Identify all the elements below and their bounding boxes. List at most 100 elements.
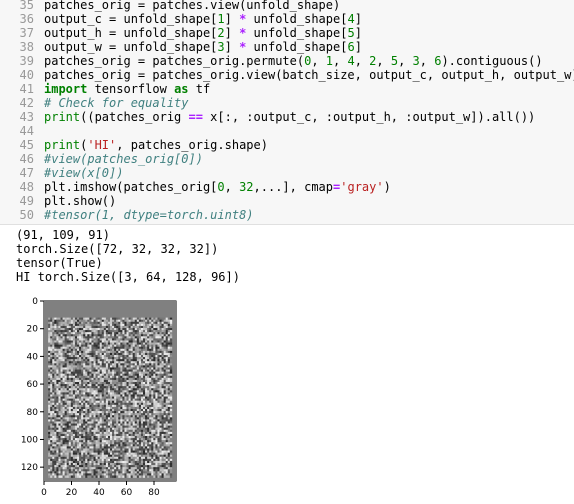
- image-pixel: [56, 419, 59, 422]
- image-pixel: [87, 417, 90, 420]
- image-pixel: [134, 413, 138, 416]
- image-pixel: [87, 429, 90, 433]
- code-line[interactable]: 44: [0, 124, 574, 138]
- image-pixel: [167, 436, 171, 439]
- image-pixel: [97, 423, 100, 426]
- image-pixel: [66, 463, 70, 466]
- image-pixel: [153, 417, 156, 420]
- image-pixel: [48, 409, 51, 412]
- code-line[interactable]: 37 output_h = unfold_shape[2] * unfold_sh…: [0, 26, 574, 40]
- image-pixel: [159, 375, 162, 379]
- image-pixel: [147, 369, 150, 372]
- image-pixel: [93, 421, 96, 424]
- image-pixel: [128, 431, 131, 435]
- code-line[interactable]: 45 print('HI', patches_orig.shape): [0, 138, 574, 152]
- code-line[interactable]: 42 # Check for equality: [0, 96, 574, 110]
- image-pixel: [116, 338, 119, 341]
- image-pixel: [116, 357, 119, 360]
- image-pixel: [83, 342, 86, 345]
- image-pixel: [163, 471, 166, 474]
- image-pixel: [89, 361, 92, 364]
- code-line[interactable]: 38 output_w = unfold_shape[3] * unfold_sh…: [0, 40, 574, 54]
- image-pixel: [126, 442, 129, 445]
- image-pixel: [79, 427, 82, 431]
- image-pixel: [136, 323, 140, 327]
- code-line[interactable]: 50 #tensor(1, dtype=torch.uint8): [0, 208, 574, 222]
- code-line[interactable]: 43 print((patches_orig == x[:, :output_c,…: [0, 110, 574, 124]
- image-pixel: [126, 348, 129, 352]
- image-pixel: [60, 334, 63, 337]
- image-pixel: [149, 369, 152, 372]
- image-pixel: [56, 404, 59, 408]
- image-pixel: [140, 454, 144, 458]
- image-pixel: [74, 338, 78, 341]
- y-tick-label: 20: [27, 325, 39, 335]
- image-pixel: [124, 406, 127, 410]
- image-pixel: [114, 413, 117, 416]
- code-line[interactable]: 49 plt.show(): [0, 194, 574, 208]
- image-pixel: [159, 317, 162, 320]
- image-pixel: [130, 413, 133, 416]
- image-pixel: [68, 467, 72, 470]
- image-pixel: [159, 454, 162, 458]
- code-text: patches_orig = patches_orig.permute(0, 1…: [44, 54, 543, 68]
- code-cell[interactable]: 35 patches_orig = patches.view(unfold_sha…: [0, 0, 574, 225]
- image-pixel: [165, 406, 169, 410]
- image-pixel: [136, 404, 140, 408]
- image-pixel: [99, 392, 103, 395]
- image-pixel: [134, 469, 138, 472]
- code-line[interactable]: 39 patches_orig = patches_orig.permute(0,…: [0, 54, 574, 68]
- code-line[interactable]: 47 #view(x[0]): [0, 166, 574, 180]
- image-pixel: [110, 361, 113, 364]
- image-pixel: [118, 382, 121, 385]
- image-pixel: [93, 382, 96, 385]
- image-pixel: [97, 469, 100, 472]
- image-pixel: [74, 396, 78, 399]
- image-pixel: [116, 425, 119, 428]
- image-pixel: [153, 465, 156, 468]
- image-pixel: [107, 350, 111, 354]
- image-pixel: [161, 332, 164, 335]
- image-pixel: [132, 436, 136, 439]
- code-line[interactable]: 40 patches_orig = patches_orig.view(batch…: [0, 68, 574, 82]
- image-pixel: [155, 427, 158, 431]
- code-line[interactable]: 46 #view(patches_orig[0]): [0, 152, 574, 166]
- image-pixel: [66, 394, 70, 397]
- code-line[interactable]: 35 patches_orig = patches.view(unfold_sha…: [0, 0, 574, 12]
- image-pixel: [110, 404, 113, 408]
- image-pixel: [70, 323, 74, 327]
- image-pixel: [118, 419, 121, 422]
- image-pixel: [140, 436, 144, 439]
- image-pixel: [89, 359, 92, 362]
- image-pixel: [52, 352, 55, 356]
- image-pixel: [83, 404, 86, 408]
- image-pixel: [167, 377, 171, 381]
- image-pixel: [72, 336, 76, 339]
- image-pixel: [50, 377, 53, 381]
- y-tick-label: 0: [32, 297, 38, 307]
- image-pixel: [116, 417, 119, 420]
- image-pixel: [126, 388, 129, 391]
- code-line[interactable]: 41 import tensorflow as tf: [0, 82, 574, 96]
- code-line[interactable]: 48 plt.imshow(patches_orig[0, 32,...], cm…: [0, 180, 574, 194]
- image-pixel: [103, 357, 107, 360]
- image-pixel: [87, 334, 90, 337]
- image-pixel: [161, 330, 164, 333]
- image-pixel: [153, 394, 156, 397]
- image-pixel: [77, 431, 80, 435]
- image-pixel: [93, 369, 96, 372]
- image-pixel: [114, 450, 117, 453]
- image-pixel: [89, 344, 92, 347]
- image-pixel: [112, 448, 115, 451]
- image-pixel: [99, 402, 103, 406]
- image-pixel: [165, 452, 169, 455]
- image-pixel: [134, 350, 138, 354]
- image-pixel: [85, 392, 88, 395]
- code-line[interactable]: 36 output_c = unfold_shape[1] * unfold_sh…: [0, 12, 574, 26]
- image-pixel: [167, 371, 171, 374]
- image-pixel: [122, 448, 125, 451]
- image-pixel: [114, 330, 117, 333]
- image-pixel: [128, 448, 131, 451]
- image-pixel: [105, 465, 109, 468]
- image-pixel: [132, 463, 136, 466]
